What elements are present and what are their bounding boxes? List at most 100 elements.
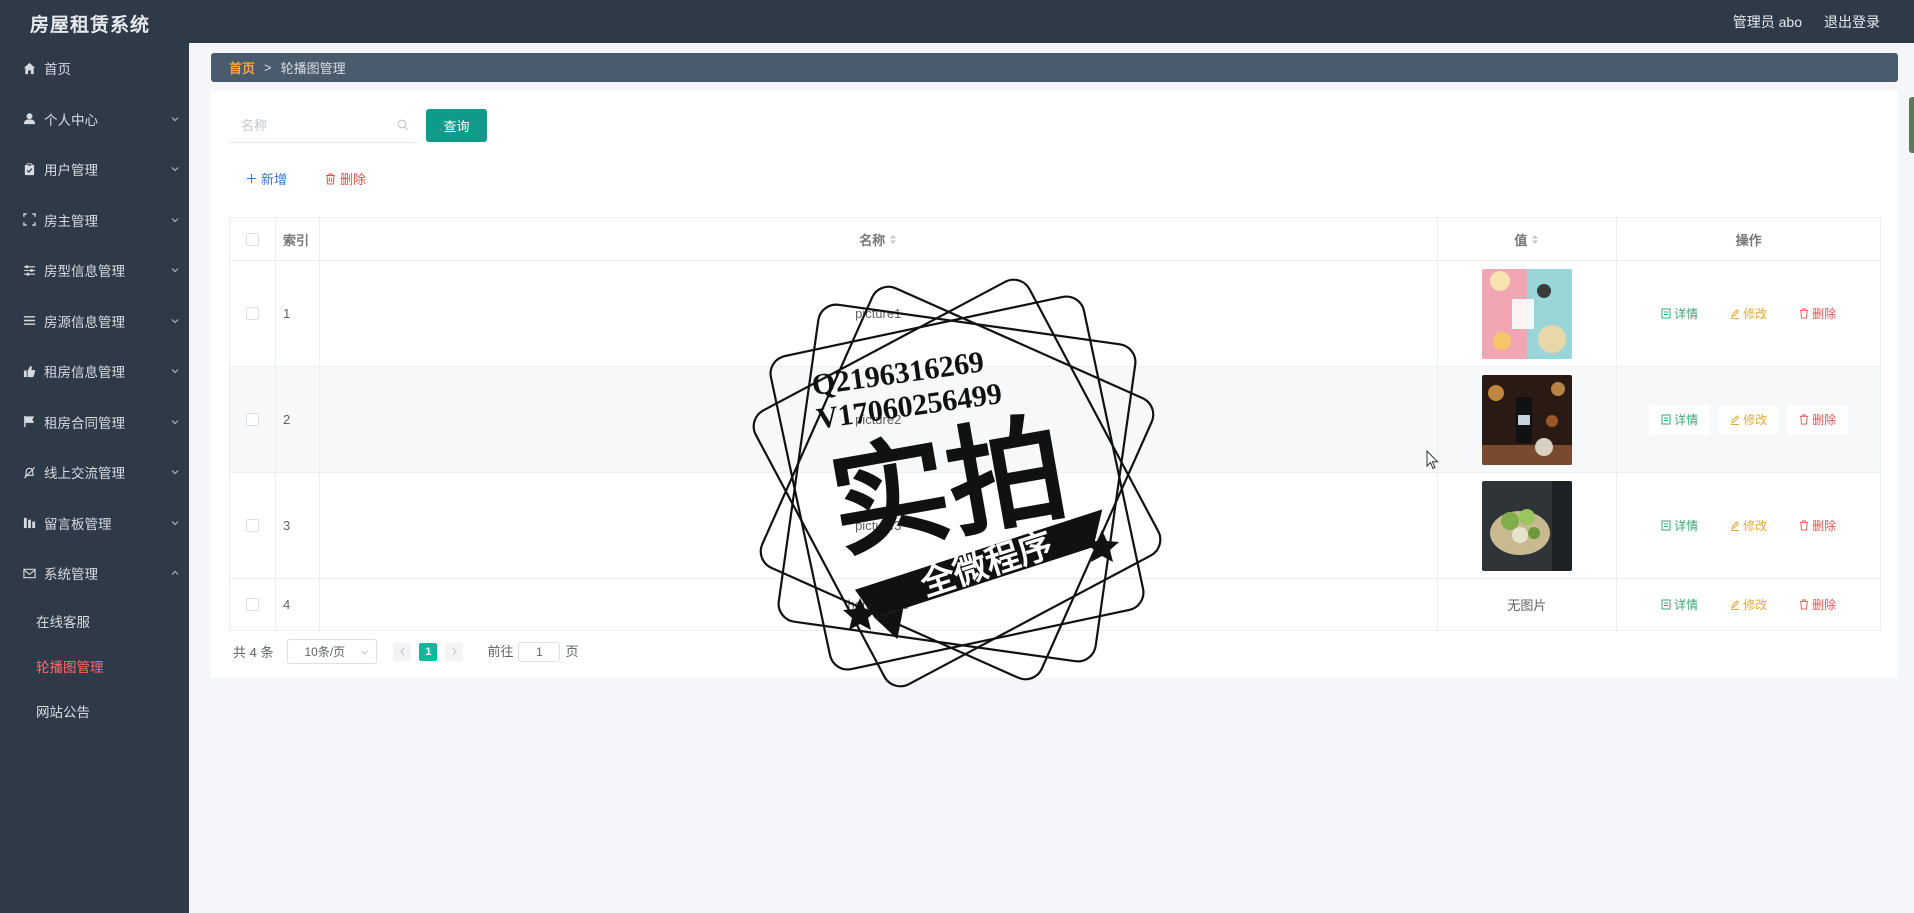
row-checkbox-cell	[230, 579, 276, 630]
sidebar: 首页 个人中心 用户管理 房主管理 房型信息管理 房源信息管理 租房信息管理 租…	[0, 43, 189, 913]
scrollbar-handle[interactable]	[1909, 97, 1914, 153]
delete-button[interactable]: 删除	[1787, 511, 1848, 541]
detail-button[interactable]: 详情	[1649, 299, 1710, 329]
home-icon	[22, 61, 36, 75]
next-page-button[interactable]	[445, 642, 464, 661]
table-row: 3 picture3 详情 修改 删除	[230, 473, 1880, 579]
sidebar-subitem-carousel[interactable]: 轮播图管理	[0, 644, 189, 689]
row-ops: 详情 修改 删除	[1617, 261, 1880, 366]
row-checkbox-cell	[230, 367, 276, 472]
sidebar-item-label: 房主管理	[44, 213, 98, 229]
table-row: 1 picture1 详情 修改 删除	[230, 261, 1880, 367]
breadcrumb-separator: >	[264, 60, 272, 75]
row-value: 无图片	[1438, 579, 1618, 630]
header-index: 索引	[276, 218, 320, 260]
sidebar-item-home[interactable]: 首页	[0, 43, 189, 94]
page-number-current[interactable]: 1	[419, 642, 438, 661]
sidebar-subitem-announcements[interactable]: 网站公告	[0, 689, 189, 734]
document-icon	[1661, 599, 1671, 610]
sidebar-item-contracts[interactable]: 租房合同管理	[0, 397, 189, 448]
sidebar-subitem-online-service[interactable]: 在线客服	[0, 599, 189, 644]
edit-button[interactable]: 修改	[1718, 299, 1779, 329]
row-ops: 详情 修改 删除	[1617, 367, 1880, 472]
user-icon	[22, 112, 36, 126]
page-size-select[interactable]: 10条/页	[287, 639, 378, 664]
app-title: 房屋租赁系统	[30, 15, 151, 36]
detail-button-label: 详情	[1674, 307, 1699, 321]
document-icon	[1661, 520, 1671, 531]
page-jump-input[interactable]	[518, 642, 561, 662]
main-panel: 查询 新增 删除 索引 名称 值 操作 1 picture1 详情	[211, 91, 1898, 678]
sidebar-item-landlords[interactable]: 房主管理	[0, 195, 189, 246]
row-checkbox[interactable]	[245, 307, 259, 320]
page-size-value: 10条/页	[304, 645, 346, 659]
row-ops: 详情 修改 删除	[1617, 579, 1880, 630]
row-thumbnail[interactable]	[1481, 480, 1572, 571]
sidebar-item-profile[interactable]: 个人中心	[0, 94, 189, 145]
edit-button-label: 修改	[1743, 307, 1768, 321]
header-name-label: 名称	[859, 232, 886, 248]
trash-icon	[326, 173, 335, 184]
edit-button-label: 修改	[1743, 598, 1768, 612]
trash-icon	[1800, 599, 1809, 610]
edit-button[interactable]: 修改	[1718, 590, 1779, 620]
logout-link[interactable]: 退出登录	[1824, 12, 1880, 32]
row-checkbox[interactable]	[245, 598, 259, 611]
row-checkbox[interactable]	[245, 519, 259, 532]
chevron-up-icon	[171, 570, 179, 575]
edit-button[interactable]: 修改	[1718, 511, 1779, 541]
delete-button[interactable]: 删除	[1787, 404, 1849, 435]
chevron-left-icon	[400, 647, 405, 656]
sidebar-item-users[interactable]: 用户管理	[0, 144, 189, 195]
select-all-checkbox[interactable]	[245, 232, 259, 246]
table-row: 4 homepage 无图片 详情 修改 删除	[230, 579, 1880, 630]
add-button[interactable]: 新增	[246, 169, 287, 188]
header-name[interactable]: 名称	[320, 218, 1438, 260]
breadcrumb: 首页 > 轮播图管理	[211, 53, 1898, 82]
sidebar-item-message-board[interactable]: 留言板管理	[0, 498, 189, 549]
delete-button[interactable]: 删除	[1787, 299, 1848, 329]
sidebar-item-room-types[interactable]: 房型信息管理	[0, 245, 189, 296]
row-name: homepage	[320, 579, 1438, 630]
batch-delete-button-label: 删除	[340, 172, 367, 187]
pencil-icon	[1731, 600, 1740, 610]
delete-button-label: 删除	[1812, 413, 1837, 427]
sidebar-item-listings[interactable]: 房源信息管理	[0, 296, 189, 347]
detail-button[interactable]: 详情	[1649, 404, 1711, 435]
top-right-actions: 管理员 abo 退出登录	[1733, 12, 1880, 32]
top-bar: 房屋租赁系统 管理员 abo 退出登录	[0, 0, 1914, 43]
chevron-down-icon	[171, 419, 179, 424]
query-button[interactable]: 查询	[426, 109, 487, 142]
detail-button-label: 详情	[1674, 519, 1699, 533]
sidebar-item-rentals[interactable]: 租房信息管理	[0, 346, 189, 397]
row-thumbnail[interactable]	[1481, 268, 1572, 359]
row-checkbox[interactable]	[245, 413, 259, 426]
search-input[interactable]	[241, 118, 391, 133]
pencil-icon	[1731, 415, 1740, 425]
thumb-up-icon	[22, 364, 36, 378]
header-value[interactable]: 值	[1438, 218, 1618, 260]
sidebar-item-system[interactable]: 系统管理	[0, 548, 189, 599]
list-icon	[22, 314, 36, 328]
detail-button[interactable]: 详情	[1649, 511, 1710, 541]
delete-button[interactable]: 删除	[1787, 590, 1848, 620]
breadcrumb-home[interactable]: 首页	[229, 58, 255, 77]
prev-page-button[interactable]	[393, 642, 412, 661]
batch-delete-button[interactable]: 删除	[325, 169, 366, 188]
sidebar-item-label: 租房信息管理	[44, 365, 125, 381]
pagination-total: 共 4 条	[233, 645, 274, 660]
chevron-down-icon	[171, 369, 179, 374]
detail-button-label: 详情	[1674, 413, 1699, 427]
detail-button[interactable]: 详情	[1649, 590, 1710, 620]
header-value-label: 值	[1514, 232, 1528, 248]
header-ops: 操作	[1735, 232, 1762, 248]
row-value	[1438, 261, 1618, 366]
plus-icon	[247, 174, 256, 183]
sidebar-item-online-chat[interactable]: 线上交流管理	[0, 447, 189, 498]
edit-button[interactable]: 修改	[1718, 404, 1780, 435]
chevron-down-icon	[171, 268, 179, 273]
carousel-table: 索引 名称 值 操作 1 picture1 详情 修改 删除 2 picture…	[229, 217, 1881, 631]
current-user[interactable]: 管理员 abo	[1733, 12, 1802, 32]
row-thumbnail[interactable]	[1481, 374, 1572, 465]
page-jump-prefix: 前往	[487, 644, 514, 659]
